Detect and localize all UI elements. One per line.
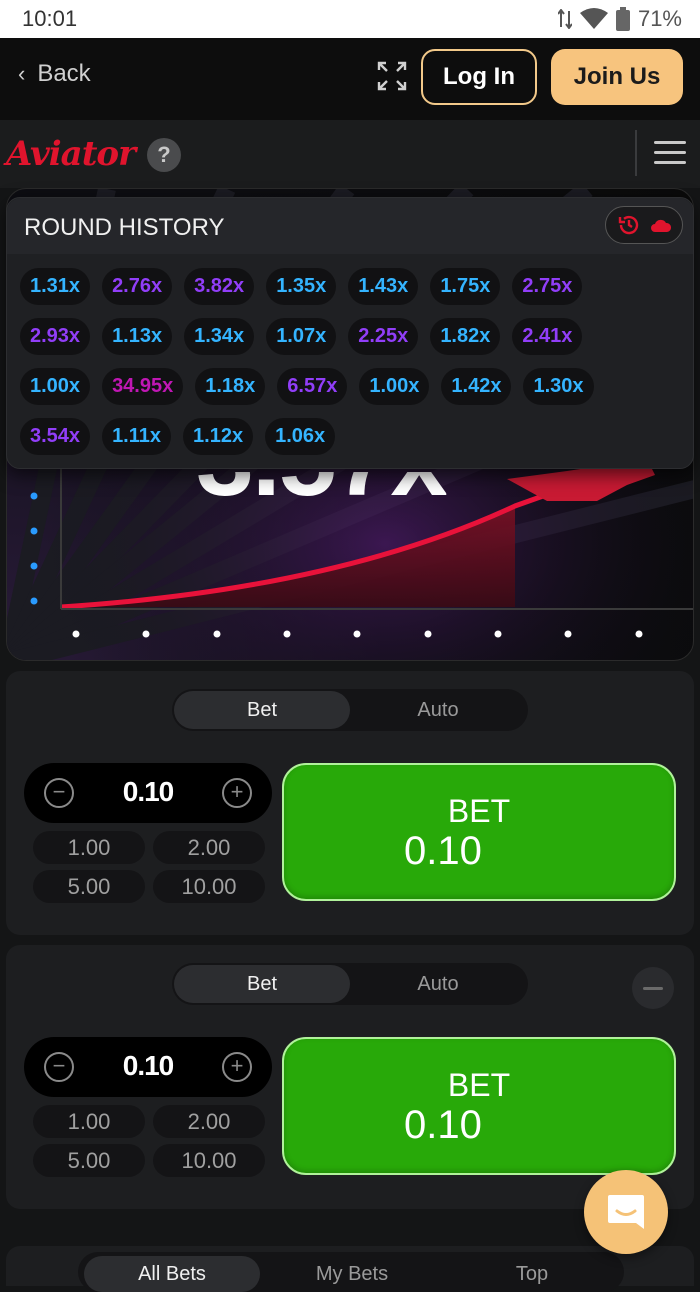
tab-auto[interactable]: Auto — [350, 965, 526, 1003]
quick-amount-10[interactable]: 10.00 — [153, 1144, 265, 1177]
history-multiplier-chip[interactable]: 1.30x — [523, 368, 594, 405]
bet-amount-stepper: − 0.10 + — [24, 763, 272, 823]
top-nav: ‹ Back Log In Join Us — [0, 38, 700, 120]
chevron-left-icon: ‹ — [18, 61, 26, 86]
back-button[interactable]: ‹ Back — [18, 60, 91, 88]
bet-button[interactable]: BET 0.10 — [282, 763, 676, 901]
tab-auto[interactable]: Auto — [350, 691, 526, 729]
wifi-icon — [579, 8, 608, 29]
bet-button-label: BET — [447, 1067, 511, 1103]
history-multiplier-chip[interactable]: 34.95x — [102, 368, 184, 405]
quick-amount-2[interactable]: 2.00 — [153, 1105, 265, 1138]
bet-button-amount: 0.10 — [404, 1103, 482, 1147]
history-multiplier-chip[interactable]: 1.42x — [441, 368, 512, 405]
history-multiplier-chip[interactable]: 1.00x — [359, 368, 430, 405]
bet-amount-stepper: − 0.10 + — [24, 1037, 272, 1097]
quick-amount-10[interactable]: 10.00 — [153, 870, 265, 903]
history-multiplier-chip[interactable]: 2.76x — [102, 268, 173, 305]
decrease-amount-button[interactable]: − — [44, 1052, 74, 1082]
chat-button[interactable] — [584, 1170, 668, 1254]
status-bar: 10:01 71% — [0, 0, 700, 38]
history-multiplier-chip[interactable]: 1.12x — [183, 418, 254, 455]
remove-bet-panel-button[interactable] — [632, 967, 674, 1009]
history-multiplier-chip[interactable]: 1.34x — [184, 318, 255, 355]
increase-amount-button[interactable]: + — [222, 778, 252, 808]
history-multiplier-chip[interactable]: 3.54x — [20, 418, 91, 455]
bets-tabs: All Bets My Bets Top — [78, 1252, 624, 1292]
history-multiplier-chip[interactable]: 6.57x — [277, 368, 348, 405]
bet-panel-1: Bet Auto − 0.10 + 1.00 2.00 5.00 10.00 B… — [6, 671, 694, 935]
status-icons: 71% — [557, 6, 682, 32]
bet-panel-2: Bet Auto − 0.10 + 1.00 2.00 5.00 10.00 B… — [6, 945, 694, 1209]
game-header: Aviator ? — [0, 120, 700, 188]
history-chip-row: 3.54x 1.11x 1.12x 1.06x — [20, 418, 690, 455]
help-icon[interactable]: ? — [147, 138, 181, 172]
round-history-title: ROUND HISTORY — [24, 214, 225, 241]
history-chip-row: 1.31x 2.76x 3.82x 1.35x 1.43x 1.75x 2.75x — [20, 268, 690, 305]
history-toggle-button[interactable] — [605, 206, 683, 244]
bets-list-panel: All Bets My Bets Top — [6, 1246, 694, 1292]
minus-icon — [643, 986, 663, 990]
tab-all-bets[interactable]: All Bets — [84, 1256, 260, 1292]
bet-button-amount: 0.10 — [404, 829, 482, 873]
hamburger-menu-icon[interactable] — [654, 141, 686, 165]
round-history-header: ROUND HISTORY — [7, 198, 693, 254]
history-multiplier-chip[interactable]: 2.25x — [348, 318, 419, 355]
history-multiplier-chip[interactable]: 3.82x — [184, 268, 255, 305]
status-time: 10:01 — [22, 6, 78, 31]
quick-amount-1[interactable]: 1.00 — [33, 1105, 145, 1138]
history-chip-row: 2.93x 1.13x 1.34x 1.07x 2.25x 1.82x 2.41x — [20, 318, 690, 355]
quick-amount-5[interactable]: 5.00 — [33, 1144, 145, 1177]
history-multiplier-chip[interactable]: 1.35x — [266, 268, 337, 305]
history-chip-row: 1.00x 34.95x 1.18x 6.57x 1.00x 1.42x 1.30x — [20, 368, 690, 405]
history-multiplier-chip[interactable]: 1.75x — [430, 268, 501, 305]
battery-level: 71% — [637, 6, 682, 31]
history-multiplier-chip[interactable]: 1.43x — [348, 268, 419, 305]
aviator-logo: Aviator — [6, 134, 136, 174]
increase-amount-button[interactable]: + — [222, 1052, 252, 1082]
history-multiplier-chip[interactable]: 1.00x — [20, 368, 91, 405]
tab-bet[interactable]: Bet — [174, 691, 350, 729]
bet-amount-value[interactable]: 0.10 — [84, 1050, 212, 1082]
tab-top[interactable]: Top — [444, 1256, 620, 1292]
bet-mode-switch: Bet Auto — [172, 689, 528, 731]
history-multiplier-chip[interactable]: 1.31x — [20, 268, 91, 305]
decrease-amount-button[interactable]: − — [44, 778, 74, 808]
login-button[interactable]: Log In — [421, 49, 537, 105]
history-multiplier-chip[interactable]: 1.82x — [430, 318, 501, 355]
divider — [635, 130, 637, 176]
bet-mode-switch: Bet Auto — [172, 963, 528, 1005]
bet-amount-value[interactable]: 0.10 — [84, 776, 212, 808]
join-button[interactable]: Join Us — [551, 49, 683, 105]
history-multiplier-chip[interactable]: 2.75x — [512, 268, 583, 305]
tab-bet[interactable]: Bet — [174, 965, 350, 1003]
quick-amount-1[interactable]: 1.00 — [33, 831, 145, 864]
battery-icon — [615, 7, 630, 31]
fullscreen-icon[interactable] — [376, 60, 408, 92]
quick-amount-2[interactable]: 2.00 — [153, 831, 265, 864]
round-history-panel: ROUND HISTORY 1.31x 2.76x 3.82x 1.35x 1.43x 1… — [6, 197, 694, 469]
chat-icon — [608, 1195, 644, 1229]
history-chip-list: 1.31x 2.76x 3.82x 1.35x 1.43x 1.75x 2.75x 2.93x… — [20, 268, 690, 468]
cloud-icon — [651, 219, 671, 232]
history-icon — [618, 215, 639, 235]
history-multiplier-chip[interactable]: 1.11x — [102, 418, 172, 455]
bet-button-label: BET — [447, 793, 511, 829]
signal-icon — [557, 9, 572, 29]
bet-button[interactable]: BET 0.10 — [282, 1037, 676, 1175]
history-multiplier-chip[interactable]: 2.93x — [20, 318, 91, 355]
tab-my-bets[interactable]: My Bets — [264, 1256, 440, 1292]
history-multiplier-chip[interactable]: 1.07x — [266, 318, 337, 355]
history-multiplier-chip[interactable]: 1.18x — [195, 368, 266, 405]
quick-amount-5[interactable]: 5.00 — [33, 870, 145, 903]
history-multiplier-chip[interactable]: 1.13x — [102, 318, 173, 355]
back-label: Back — [37, 60, 91, 87]
history-multiplier-chip[interactable]: 1.06x — [265, 418, 336, 455]
history-multiplier-chip[interactable]: 2.41x — [512, 318, 583, 355]
